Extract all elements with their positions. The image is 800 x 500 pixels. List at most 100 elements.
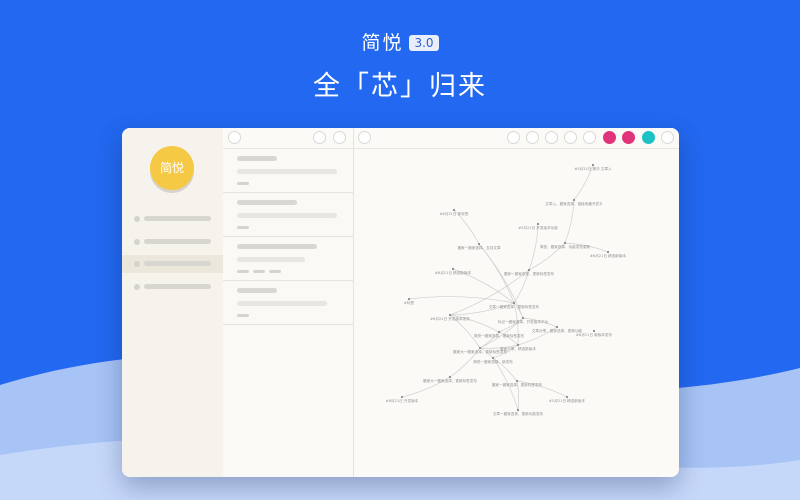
graph-view: #5月21日 精华 文章入文章入、搬家选择、链接收藏开发平 #5月21日 开发版本… — [354, 128, 679, 477]
graph-node-label: 简悦、搬家选择、功能发布更新 — [540, 244, 591, 249]
circle-button[interactable] — [564, 131, 577, 144]
knowledge-graph[interactable]: #5月21日 精华 文章入文章入、搬家选择、链接收藏开发平 #5月21日 开发版本… — [354, 148, 679, 477]
graph-node-dot — [563, 241, 567, 245]
note-meta-placeholder — [269, 270, 281, 273]
graph-node[interactable]: 文章入、搬家选择、链接收藏开发平 — [545, 198, 603, 206]
graph-node-dot — [527, 268, 531, 272]
note-line-placeholder — [237, 257, 305, 262]
circle-button[interactable] — [507, 131, 520, 144]
sidebar-item-3[interactable] — [122, 255, 223, 273]
version-badge: 3.0 — [409, 35, 439, 51]
color-dot-pink[interactable] — [622, 131, 635, 144]
hero-slogan: 全「芯」归来 — [313, 71, 487, 102]
note-meta-placeholder — [237, 270, 249, 273]
list-toolbar — [223, 128, 353, 149]
graph-node-label: 文章一搬家选择、更新标签发布 — [489, 304, 540, 309]
graph-edge — [408, 296, 515, 304]
graph-node-dot — [592, 329, 596, 333]
sidebar: 简悦 — [122, 128, 224, 477]
graph-node-label: 搬家一搬家选择、更新标签发布 — [504, 271, 555, 276]
avatar[interactable]: 简悦 — [150, 146, 194, 190]
note-line-placeholder — [237, 301, 327, 306]
graph-node[interactable]: 文章一搬家选择、更新功能发布 — [493, 408, 544, 416]
graph-node[interactable]: 文章分享、搬家选择、更新功能 — [532, 325, 583, 333]
graph-node-label: #5月21日 精华 文章入 — [574, 166, 612, 171]
graph-node-label: 搬家大一搬家选择、更新标签发布 — [423, 378, 477, 383]
graph-node-dot — [516, 343, 520, 347]
graph-node[interactable]: 简悦一搬家选择、更新标签发布 — [474, 330, 525, 338]
note-meta-placeholder — [237, 314, 249, 317]
graph-node[interactable]: #5月21日 精华 文章入 — [574, 163, 612, 171]
graph-node[interactable]: 搬家一搬家选择、更新标签发布 — [504, 268, 555, 276]
graph-node-label: #6月21日 开发版本 — [386, 398, 419, 403]
circle-button[interactable] — [333, 131, 346, 144]
note-title-placeholder — [237, 156, 277, 161]
sidebar-item-dot — [134, 239, 140, 245]
list-item[interactable] — [223, 280, 353, 325]
graph-node-label: #6月21日 新版本发布 — [576, 332, 613, 337]
graph-node-label: 简悦一搬家选择、更新标签发布 — [474, 333, 525, 338]
color-dot-teal[interactable] — [642, 131, 655, 144]
graph-edge — [528, 223, 539, 271]
circle-button[interactable] — [228, 131, 241, 144]
circle-button[interactable] — [583, 131, 596, 144]
graph-node[interactable]: #6月21日 新标签 — [440, 208, 469, 216]
color-dot-pink[interactable] — [603, 131, 616, 144]
sidebar-item-label-placeholder — [144, 284, 211, 289]
main-toolbar — [354, 128, 679, 149]
list-item[interactable] — [223, 148, 353, 193]
sidebar-item-dot — [134, 216, 140, 222]
sidebar-item-1[interactable] — [122, 210, 223, 228]
graph-node-dot — [478, 346, 482, 350]
note-title-placeholder — [237, 200, 297, 205]
app-window: 简悦 #5月21日 精华 文章入 文章入、搬家选择、链接收藏开发平 #5月21日… — [122, 128, 679, 477]
graph-node-dot — [555, 325, 559, 329]
note-list — [223, 128, 354, 477]
graph-node[interactable]: #标签 — [404, 297, 415, 305]
graph-node-label: 文章一搬家选择、更新功能发布 — [493, 411, 544, 416]
graph-node[interactable]: 简悦一搬家选择、新发布 — [473, 356, 513, 364]
circle-button[interactable] — [545, 131, 558, 144]
note-line-placeholder — [237, 169, 337, 174]
sidebar-item-4[interactable] — [122, 278, 223, 296]
circle-button[interactable] — [358, 131, 371, 144]
graph-node[interactable]: #6月21日 开发版本发布 — [430, 313, 470, 321]
sidebar-item-label-placeholder — [144, 216, 211, 221]
sidebar-item-dot — [134, 261, 140, 267]
graph-node[interactable]: 标记一搬家选择、开发版本平台 — [498, 316, 549, 324]
graph-node[interactable]: #5月21日 精选新版本 — [549, 395, 586, 403]
graph-node[interactable]: #6月21日 精选新版本 — [435, 267, 472, 275]
graph-node-dot — [572, 198, 576, 202]
graph-node-label: #6月21日 开发版本发布 — [430, 316, 470, 321]
graph-node-dot — [400, 395, 404, 399]
list-item[interactable] — [223, 236, 353, 281]
hero-title: 简悦 3.0 — [0, 28, 800, 55]
app-name: 简悦 — [361, 32, 404, 54]
graph-node[interactable]: 文章一搬家选择、更新标签发布 — [489, 301, 540, 309]
graph-node-dot — [497, 330, 501, 334]
circle-button[interactable] — [661, 131, 674, 144]
note-meta-placeholder — [237, 182, 249, 185]
graph-node[interactable]: #5月21日 开发版本功能 — [518, 222, 558, 230]
graph-node[interactable]: 搬家一搬家选择、支持文章 — [457, 242, 501, 250]
sidebar-item-label-placeholder — [144, 261, 211, 266]
graph-node-label: 文章入、搬家选择、链接收藏开发平 — [545, 201, 603, 206]
graph-node-label: 简悦一搬家选择、新发布 — [473, 359, 513, 364]
graph-node-dot — [516, 408, 520, 412]
list-item[interactable] — [223, 192, 353, 237]
graph-node-label: 标记一搬家选择、开发版本平台 — [498, 319, 549, 324]
graph-node-label: #标签 — [404, 300, 415, 305]
graph-node[interactable]: #6月21日 开发版本 — [386, 395, 419, 403]
graph-node-label: #5月21日 开发版本功能 — [518, 225, 558, 230]
circle-button[interactable] — [313, 131, 326, 144]
graph-node-dot — [407, 297, 411, 301]
circle-button[interactable] — [526, 131, 539, 144]
graph-node[interactable]: #6月21日 精选新版本 — [590, 250, 627, 258]
graph-node[interactable]: 搬家大一搬家选择、更新标签发布 — [423, 375, 477, 383]
graph-node-label: 搬家一搬家选择、更新标签发布 — [492, 382, 543, 387]
sidebar-item-2[interactable] — [122, 233, 223, 251]
graph-node[interactable]: 搬家一搬家选择、更新标签发布 — [492, 379, 543, 387]
graph-node-dot — [477, 242, 481, 246]
graph-node[interactable]: 简悦、搬家选择、功能发布更新 — [540, 241, 591, 249]
sidebar-item-dot — [134, 284, 140, 290]
